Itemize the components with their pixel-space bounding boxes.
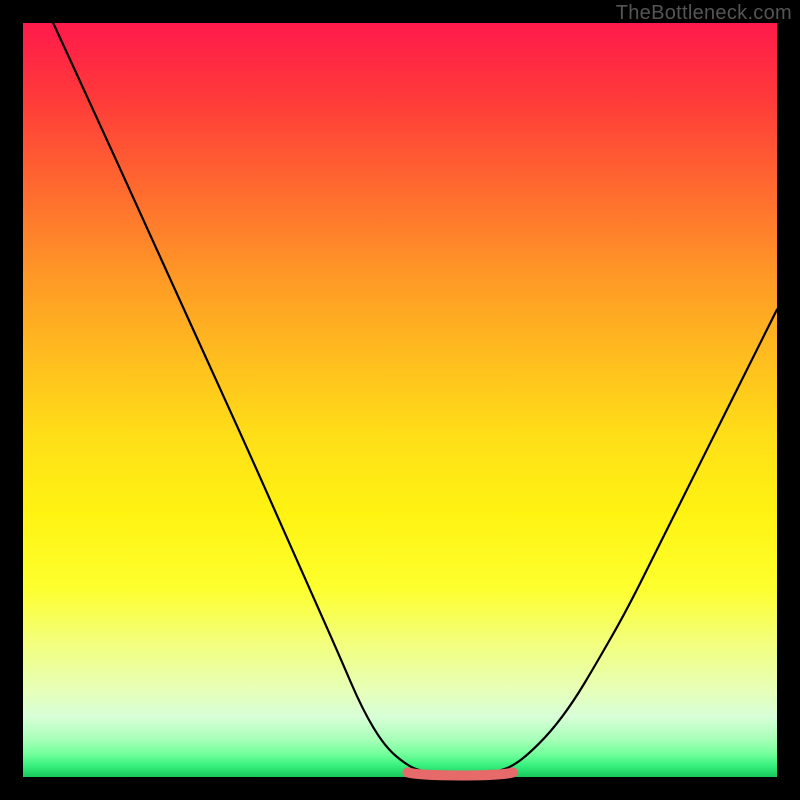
bottleneck-curve	[53, 23, 777, 775]
optimal-flat-region	[408, 772, 514, 775]
curve-svg	[23, 23, 777, 777]
watermark-text: TheBottleneck.com	[616, 2, 792, 25]
outer-frame: TheBottleneck.com	[0, 0, 800, 800]
gradient-plot-area	[23, 23, 777, 777]
